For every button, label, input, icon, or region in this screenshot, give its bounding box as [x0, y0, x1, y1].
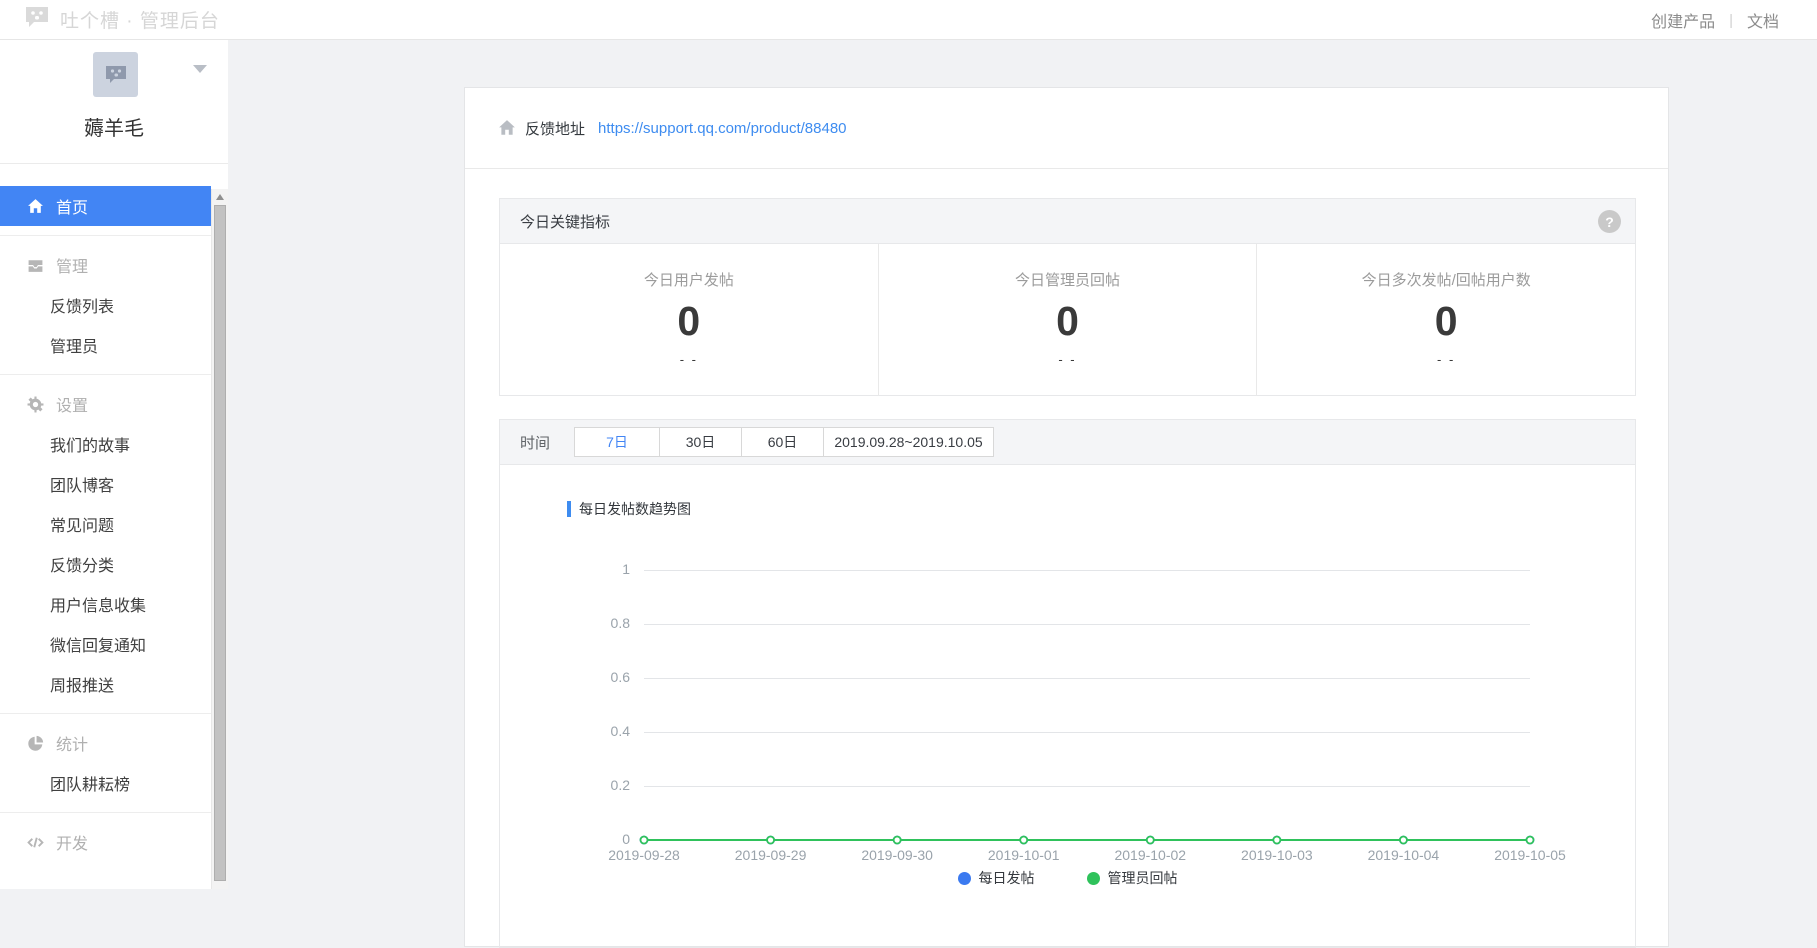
- sidebar-nav: 首页 管理 反馈列表 管理员: [0, 164, 211, 889]
- sidebar-group-develop: 开发: [0, 822, 211, 862]
- chart-plot: 00.20.40.60.812019-09-282019-09-292019-0…: [644, 570, 1530, 840]
- legend-label: 每日发帖: [979, 868, 1035, 888]
- chart-ytick-label: 0.8: [572, 615, 630, 631]
- sidebar-item-wechat-reply-notify[interactable]: 微信回复通知: [0, 624, 211, 664]
- feedback-address-label: 反馈地址: [525, 118, 585, 139]
- sidebar-group-label: 管理: [56, 253, 88, 277]
- docs-link[interactable]: 文档: [1747, 8, 1779, 32]
- chart-xtick-label: 2019-10-05: [1494, 847, 1566, 863]
- product-name: 薅羊毛: [0, 112, 228, 141]
- home-icon: [498, 119, 516, 137]
- chart-xtick-label: 2019-10-03: [1241, 847, 1313, 863]
- time-filter-7d-button[interactable]: 7日: [574, 427, 660, 457]
- legend-dot-icon: [1087, 872, 1100, 885]
- feedback-address-row: 反馈地址 https://support.qq.com/product/8848…: [465, 88, 1668, 169]
- scrollbar-up-arrow-icon[interactable]: [216, 194, 224, 200]
- product-switcher[interactable]: 薅羊毛: [0, 40, 228, 164]
- product-avatar: [93, 52, 138, 97]
- chart-xtick-label: 2019-09-30: [861, 847, 933, 863]
- create-product-link[interactable]: 创建产品: [1651, 8, 1715, 32]
- sidebar-item-home[interactable]: 首页: [0, 186, 211, 226]
- sidebar-item-weekly-report[interactable]: 周报推送: [0, 664, 211, 704]
- chart-series-svg: [644, 570, 1530, 840]
- divider: [0, 713, 211, 714]
- chart-title: 每日发帖数趋势图: [579, 499, 691, 519]
- time-filter-30d-button[interactable]: 30日: [659, 427, 742, 457]
- app-title: 吐个槽 · 管理后台: [60, 6, 220, 33]
- metric-user-posts-today: 今日用户发帖 0 - -: [500, 244, 878, 396]
- divider: [0, 374, 211, 375]
- dashboard-card: 反馈地址 https://support.qq.com/product/8848…: [464, 87, 1669, 947]
- chart-ytick-label: 0: [572, 831, 630, 847]
- chart-legend: 每日发帖 管理员回帖: [500, 868, 1635, 888]
- legend-label: 管理员回帖: [1108, 868, 1178, 888]
- sidebar-item-label: 首页: [56, 194, 88, 218]
- divider: [0, 812, 211, 813]
- time-filter-bar: 时间 7日 30日 60日 2019.09.28~2019.10.05: [500, 420, 1635, 465]
- sidebar-item-user-info-collect[interactable]: 用户信息收集: [0, 584, 211, 624]
- sidebar: 薅羊毛 首页 管理 反馈列表 管理员: [0, 40, 228, 889]
- metric-admin-replies-today: 今日管理员回帖 0 - -: [878, 244, 1257, 396]
- sidebar-group-label: 开发: [56, 830, 88, 854]
- chart-title-row: 每日发帖数趋势图: [567, 499, 691, 519]
- gear-icon: [27, 396, 44, 413]
- sidebar-scrollbar[interactable]: [211, 189, 228, 889]
- sidebar-item-feedback-list[interactable]: 反馈列表: [0, 285, 211, 325]
- trend-chart-panel: 时间 7日 30日 60日 2019.09.28~2019.10.05 每日发帖…: [499, 419, 1636, 948]
- sidebar-group-stats: 统计: [0, 723, 211, 763]
- chart-xtick-label: 2019-10-01: [988, 847, 1060, 863]
- chart-ytick-label: 0.6: [572, 669, 630, 685]
- main-area: 反馈地址 https://support.qq.com/product/8848…: [228, 40, 1817, 889]
- topbar-separator: |: [1729, 12, 1733, 29]
- time-filter-label: 时间: [520, 432, 550, 453]
- sidebar-group-label: 统计: [56, 731, 88, 755]
- feedback-url-link[interactable]: https://support.qq.com/product/88480: [598, 120, 847, 137]
- key-indicators-title: 今日关键指标: [520, 211, 610, 232]
- question-mark-icon[interactable]: ?: [1598, 210, 1621, 233]
- sidebar-item-feedback-category[interactable]: 反馈分类: [0, 544, 211, 584]
- sidebar-item-team-blog[interactable]: 团队博客: [0, 464, 211, 504]
- chevron-down-icon[interactable]: [193, 65, 207, 73]
- pie-chart-icon: [27, 735, 44, 752]
- chart-ytick-label: 0.2: [572, 777, 630, 793]
- divider: [0, 235, 211, 236]
- metric-repeat-users-today: 今日多次发帖/回帖用户数 0 - -: [1256, 244, 1635, 396]
- chart-xtick-label: 2019-09-28: [608, 847, 680, 863]
- home-icon: [27, 198, 44, 215]
- sidebar-item-our-story[interactable]: 我们的故事: [0, 424, 211, 464]
- code-icon: [27, 834, 44, 851]
- sidebar-item-team-leaderboard[interactable]: 团队耕耘榜: [0, 763, 211, 803]
- inbox-icon: [27, 257, 44, 274]
- chart-title-accent-bar: [567, 501, 571, 517]
- chart-xtick-label: 2019-10-02: [1114, 847, 1186, 863]
- app-logo-speech-bubble-icon: [24, 5, 50, 34]
- time-filter-60d-button[interactable]: 60日: [741, 427, 824, 457]
- chart-xtick-label: 2019-10-04: [1368, 847, 1440, 863]
- chart-xtick-label: 2019-09-29: [735, 847, 807, 863]
- sidebar-item-admins[interactable]: 管理员: [0, 325, 211, 365]
- sidebar-group-manage: 管理: [0, 245, 211, 285]
- scrollbar-thumb[interactable]: [214, 205, 226, 881]
- chart-ytick-label: 0.4: [572, 723, 630, 739]
- chart-legend-item[interactable]: 每日发帖: [958, 868, 1035, 888]
- key-indicators-panel: 今日关键指标 ? 今日用户发帖 0 - - 今日管理员回帖 0 - - 今日多次…: [499, 198, 1636, 396]
- legend-dot-icon: [958, 872, 971, 885]
- sidebar-group-settings: 设置: [0, 384, 211, 424]
- time-filter-date-range-button[interactable]: 2019.09.28~2019.10.05: [823, 427, 994, 457]
- sidebar-group-label: 设置: [56, 392, 88, 416]
- topbar: 吐个槽 · 管理后台 创建产品 | 文档: [0, 0, 1817, 40]
- sidebar-item-faq[interactable]: 常见问题: [0, 504, 211, 544]
- chart-legend-item[interactable]: 管理员回帖: [1087, 868, 1178, 888]
- chart-ytick-label: 1: [572, 561, 630, 577]
